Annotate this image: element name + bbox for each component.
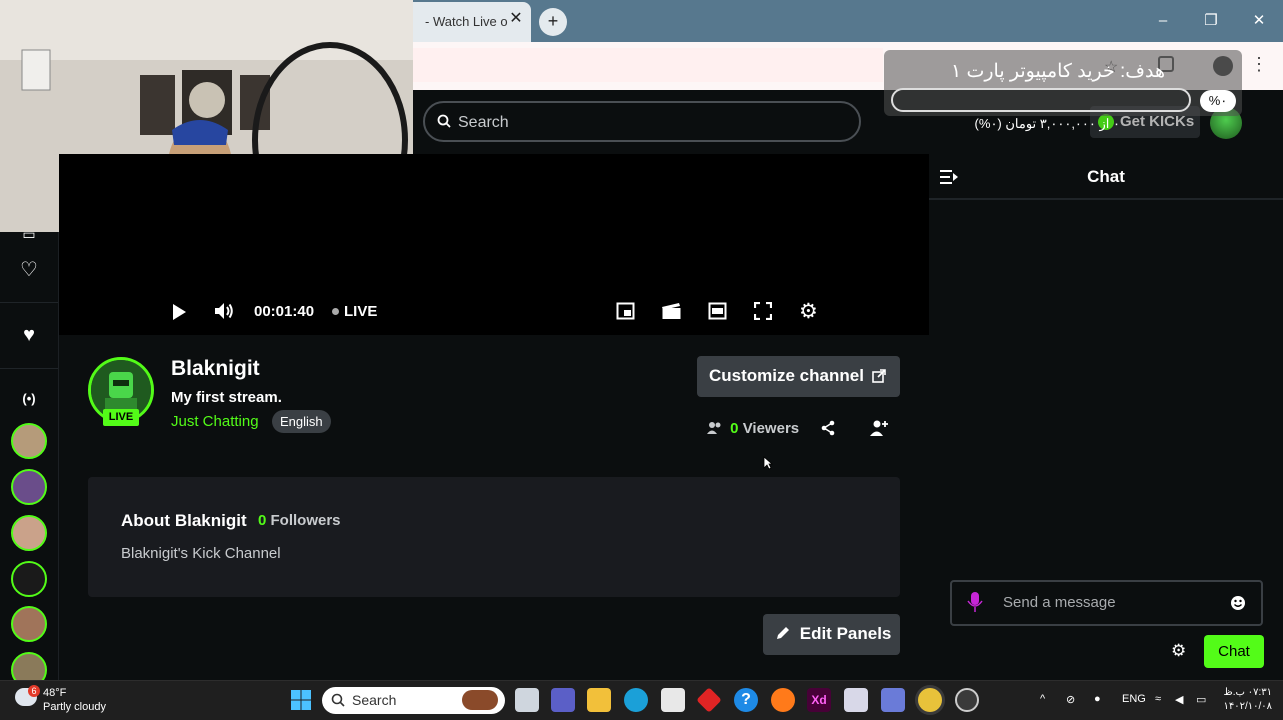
taskbar-search-icon	[331, 693, 345, 707]
snipping-tool-icon[interactable]	[844, 688, 868, 712]
edit-panels-button[interactable]: Edit Panels	[763, 614, 900, 655]
volume-icon[interactable]	[213, 301, 235, 321]
search-input[interactable]: Search	[423, 101, 861, 142]
emoji-icon[interactable]	[1230, 595, 1246, 611]
goal-amount: ۰ از ۳,۰۰۰,۰۰۰ تومان (۰%)	[974, 116, 1120, 131]
followers-number: 0	[258, 512, 267, 529]
about-panel	[88, 477, 900, 597]
heart-filled-icon[interactable]: ♥	[17, 323, 41, 347]
weather-badge: 6	[28, 685, 40, 697]
viewers-number: 0	[730, 420, 739, 437]
miniplayer-icon[interactable]	[616, 302, 635, 320]
edit-panels-label: Edit Panels	[799, 624, 892, 643]
stream-category[interactable]: Just Chatting	[171, 413, 259, 430]
sidebar-channel-avatar[interactable]	[11, 515, 47, 551]
collapse-chat-icon[interactable]	[939, 168, 959, 186]
minimize-button[interactable]: –	[1148, 8, 1178, 34]
live-badge: LIVE	[103, 409, 139, 426]
pencil-icon	[777, 627, 789, 639]
sidebar-divider	[0, 302, 58, 303]
external-link-icon	[872, 369, 886, 383]
viewers-label: Viewers	[742, 420, 800, 437]
followers-label: Followers	[270, 512, 341, 529]
share-icon[interactable]	[820, 420, 836, 436]
help-icon[interactable]: ?	[734, 688, 758, 712]
task-view-icon[interactable]	[515, 688, 539, 712]
live-channels-icon[interactable]: (•)	[17, 387, 41, 411]
taskbar-clock[interactable]: ۰۷:۳۱ ب.ظ ۱۴۰۲/۱۰/۰۸	[1222, 686, 1272, 714]
clip-icon[interactable]	[661, 302, 682, 320]
add-friend-icon[interactable]	[870, 419, 888, 437]
chat-placeholder: Send a message	[1003, 594, 1116, 611]
firefox-icon[interactable]	[771, 688, 795, 712]
search-placeholder: Search	[458, 114, 509, 131]
speaker-icon[interactable]: ◀	[1175, 693, 1183, 706]
sidebar-divider	[0, 368, 58, 369]
following-icon[interactable]: ♡	[17, 258, 41, 282]
theater-mode-icon[interactable]	[708, 302, 727, 320]
close-tab-icon[interactable]: ✕	[507, 10, 525, 28]
sidebar-channel-avatar[interactable]	[11, 606, 47, 642]
customize-channel-label: Customize channel	[709, 366, 864, 385]
about-description: Blaknigit's Kick Channel	[121, 545, 281, 562]
sidebar-channel-avatar[interactable]	[11, 423, 47, 459]
weather-widget[interactable]: 48°F Partly cloudy	[43, 686, 106, 714]
tab-title: - Watch Live o	[425, 14, 508, 29]
sidebar-channel-avatar[interactable]	[11, 561, 47, 597]
goal-progress-bar	[891, 88, 1191, 112]
live-label: LIVE	[344, 303, 378, 320]
customize-channel-button[interactable]: Customize channel	[697, 356, 900, 397]
mouse-cursor-icon	[763, 456, 773, 470]
browser-menu-icon[interactable]: ⋮	[1250, 54, 1268, 75]
chat-send-button[interactable]: Chat	[1204, 635, 1264, 668]
fullscreen-icon[interactable]	[754, 302, 772, 320]
live-dot	[332, 308, 339, 315]
clock-time: ۰۷:۳۱ ب.ظ	[1223, 687, 1272, 698]
weather-condition: Partly cloudy	[43, 701, 106, 713]
input-language[interactable]: ENG	[1122, 693, 1146, 705]
teams-icon[interactable]	[551, 688, 575, 712]
clock-date: ۱۴۰۲/۱۰/۰۸	[1223, 701, 1272, 712]
search-highlight-icon	[462, 690, 498, 710]
viewers-count: 0 Viewers	[707, 420, 799, 437]
xd-icon[interactable]: Xd	[807, 688, 831, 712]
chrome-icon[interactable]	[918, 688, 942, 712]
followers-count: 0 Followers	[258, 512, 341, 529]
close-window-button[interactable]: ✕	[1244, 8, 1274, 34]
chat-title: Chat	[1087, 167, 1125, 186]
windows-start-icon[interactable]	[290, 689, 312, 711]
obs-icon[interactable]	[955, 688, 979, 712]
goal-title: هدف: خرید کامپیوتر پارت ۱	[951, 61, 1165, 82]
language-tag[interactable]: English	[272, 410, 331, 433]
search-icon	[437, 114, 451, 128]
viewers-icon	[707, 422, 721, 434]
maximize-button[interactable]: ❐	[1196, 8, 1226, 34]
play-icon[interactable]	[170, 302, 188, 322]
edge-icon[interactable]	[624, 688, 648, 712]
browse-icon[interactable]: ▭	[17, 222, 41, 246]
settings-gear-icon[interactable]: ⚙	[799, 299, 818, 324]
mic-tray-icon[interactable]: ●	[1094, 693, 1101, 705]
address-bar[interactable]	[413, 48, 883, 82]
sidebar-channel-avatar[interactable]	[11, 469, 47, 505]
new-tab-button[interactable]: +	[539, 8, 567, 36]
microphone-icon[interactable]	[967, 591, 983, 613]
stream-title: My first stream.	[171, 389, 282, 406]
goal-percent: %۰	[1200, 90, 1236, 112]
taskbar-search-label: Search	[352, 692, 397, 708]
about-title: About Blaknigit	[121, 511, 247, 530]
battery-icon[interactable]: ▭	[1196, 693, 1206, 706]
chat-settings-icon[interactable]: ⚙	[1171, 641, 1186, 661]
wifi-icon[interactable]: ≈	[1155, 693, 1161, 705]
channel-name[interactable]: Blaknigit	[171, 357, 260, 381]
temperature: 48°F	[43, 687, 67, 699]
network-off-icon[interactable]: ⊘	[1066, 693, 1075, 706]
store-icon[interactable]	[661, 688, 685, 712]
app-icon[interactable]	[881, 688, 905, 712]
stream-time: 00:01:40	[254, 303, 315, 320]
tray-chevron-icon[interactable]: ^	[1040, 693, 1045, 705]
file-explorer-icon[interactable]	[587, 688, 611, 712]
